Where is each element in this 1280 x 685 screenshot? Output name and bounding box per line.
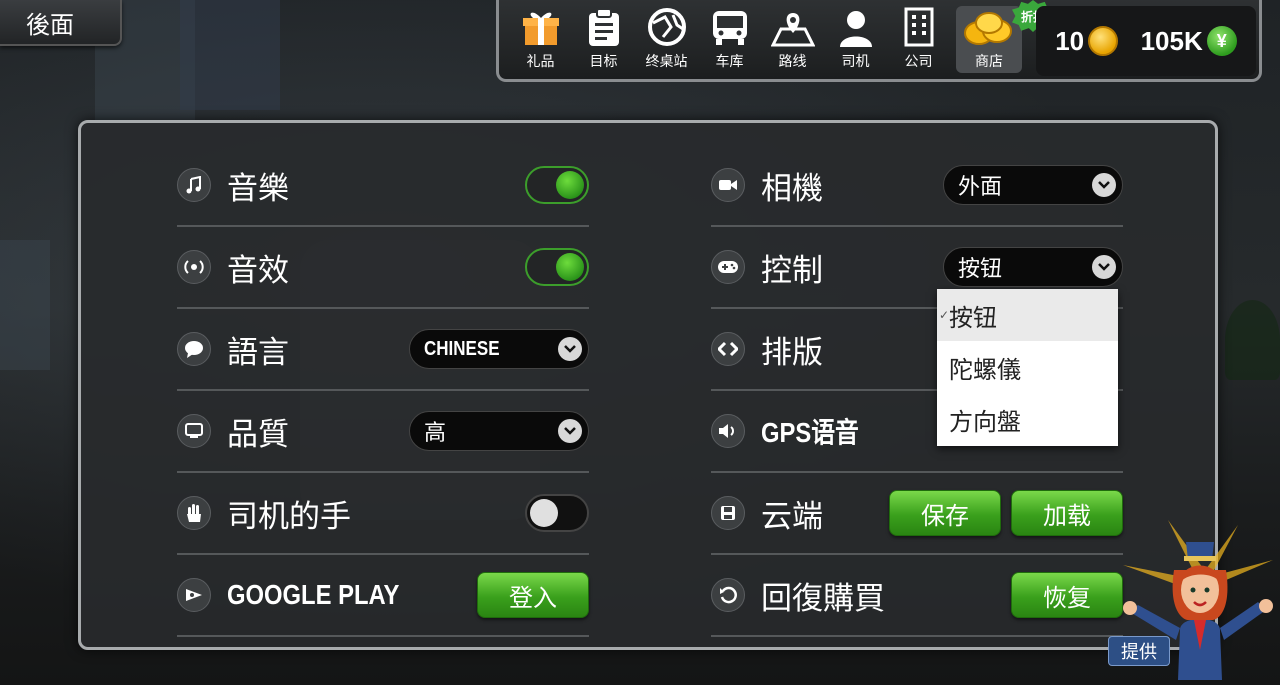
- chevron-down-icon: [558, 419, 582, 443]
- map-pin-icon: [770, 13, 815, 47]
- sfx-toggle[interactable]: [525, 248, 589, 286]
- gift-icon: [522, 12, 559, 45]
- building-icon: [904, 7, 933, 47]
- cash-balance: 105K ¥: [1141, 26, 1237, 57]
- cloud-load-button[interactable]: 加载: [1011, 490, 1123, 536]
- restore-arrow-icon: [711, 578, 745, 612]
- menu-option-label: 方向盤: [949, 407, 1021, 436]
- code-arrows-icon: [711, 332, 745, 366]
- person-icon: [839, 11, 872, 47]
- coins-icon: [964, 12, 1012, 45]
- nav-label: 路线: [778, 54, 807, 70]
- chevron-down-icon: [1092, 173, 1116, 197]
- restore-purchase-button[interactable]: 恢复: [1011, 572, 1123, 618]
- speech-bubble-icon: [177, 332, 211, 366]
- nav-driver[interactable]: 司机: [824, 6, 887, 73]
- menu-option-steering-wheel[interactable]: 方向盤: [937, 393, 1118, 445]
- setting-row-music: 音樂: [177, 145, 589, 227]
- cash-count: 105K: [1140, 25, 1203, 56]
- sound-effects-icon: [177, 250, 211, 284]
- clipboard-icon: [588, 9, 619, 46]
- nav-label: 公司: [904, 54, 933, 70]
- hand-icon: [177, 496, 211, 530]
- nav-company[interactable]: 公司: [887, 6, 950, 73]
- toggle-knob: [556, 171, 584, 199]
- music-toggle[interactable]: [525, 166, 589, 204]
- setting-label: 品質: [227, 416, 289, 453]
- coin-icon: [1088, 26, 1119, 56]
- toggle-knob: [556, 253, 584, 281]
- currency-display: 10 105K ¥: [1036, 6, 1256, 76]
- speaker-icon: [711, 414, 745, 448]
- nav-terminal[interactable]: 终桌站: [635, 6, 698, 73]
- camera-dropdown[interactable]: 外面: [943, 165, 1123, 205]
- menu-option-buttons[interactable]: ✓ 按钮: [937, 289, 1118, 341]
- nav-goals[interactable]: 目标: [572, 6, 635, 73]
- dropdown-value: CHINESE: [424, 337, 500, 360]
- driver-hands-toggle[interactable]: [525, 494, 589, 532]
- globe-icon: [647, 8, 686, 46]
- setting-row-sfx: 音效: [177, 227, 589, 309]
- setting-row-google-play: GOOGLE PLAY 登入: [177, 555, 589, 637]
- setting-label: GOOGLE PLAY: [227, 579, 400, 610]
- nav-label: 司机: [841, 54, 870, 70]
- setting-label: 云端: [761, 498, 823, 535]
- gamepad-icon: [177, 578, 211, 612]
- setting-label: 控制: [761, 252, 823, 289]
- nav-shop[interactable]: 商店: [956, 6, 1022, 73]
- coin-count: 10: [1055, 25, 1085, 56]
- chevron-down-icon: [1092, 255, 1116, 279]
- coin-balance: 10: [1055, 25, 1119, 57]
- nav-label: 礼品: [526, 54, 555, 70]
- setting-row-restore: 回復購買 恢复: [711, 555, 1123, 637]
- setting-row-language: 語言 CHINESE: [177, 309, 589, 391]
- nav-routes[interactable]: 路线: [761, 6, 824, 73]
- back-button[interactable]: 後面: [0, 0, 122, 46]
- music-icon: [177, 168, 211, 202]
- setting-label: 音樂: [227, 170, 289, 207]
- nav-label: 车库: [715, 54, 744, 70]
- nav-label: 终桌站: [645, 54, 688, 70]
- background-building: [180, 0, 280, 110]
- cloud-save-button[interactable]: 保存: [889, 490, 1001, 536]
- background-tree: [1225, 300, 1280, 380]
- checkmark-icon: ✓: [939, 308, 950, 322]
- setting-row-driver-hands: 司机的手: [177, 473, 589, 555]
- background-building: [0, 240, 50, 370]
- setting-label: 相機: [761, 170, 823, 207]
- setting-label: 音效: [227, 252, 289, 289]
- nav-label: 目标: [589, 54, 618, 70]
- google-play-login-button[interactable]: 登入: [477, 572, 589, 618]
- monitor-icon: [177, 414, 211, 448]
- gamepad-icon: [711, 250, 745, 284]
- setting-row-quality: 品質 高: [177, 391, 589, 473]
- toggle-knob: [530, 499, 558, 527]
- save-disk-icon: [711, 496, 745, 530]
- yen-icon: ¥: [1206, 26, 1237, 56]
- dropdown-value: 高: [424, 421, 447, 446]
- bus-icon: [712, 11, 747, 45]
- nav-garage[interactable]: 车库: [698, 6, 761, 73]
- control-dropdown[interactable]: 按钮: [943, 247, 1123, 287]
- menu-option-label: 陀螺儀: [949, 355, 1021, 384]
- setting-label: 語言: [227, 334, 289, 371]
- setting-row-camera: 相機 外面: [711, 145, 1123, 227]
- quality-dropdown[interactable]: 高: [409, 411, 589, 451]
- offer-button[interactable]: 提供: [1108, 636, 1170, 666]
- nav-gift[interactable]: 礼品: [509, 6, 572, 73]
- menu-option-label: 按钮: [949, 303, 997, 332]
- setting-row-cloud: 云端 保存 加载: [711, 473, 1123, 555]
- setting-label: 司机的手: [227, 498, 351, 535]
- dropdown-value: 按钮: [958, 257, 1003, 282]
- menu-option-gyroscope[interactable]: 陀螺儀: [937, 341, 1118, 393]
- nav-label: 商店: [975, 54, 1003, 70]
- video-camera-icon: [711, 168, 745, 202]
- setting-label: 回復購買: [761, 580, 885, 617]
- chevron-down-icon: [558, 337, 582, 361]
- dropdown-value: 外面: [958, 175, 1003, 200]
- language-dropdown[interactable]: CHINESE: [409, 329, 589, 369]
- control-options-menu: ✓ 按钮 陀螺儀 方向盤: [937, 289, 1118, 446]
